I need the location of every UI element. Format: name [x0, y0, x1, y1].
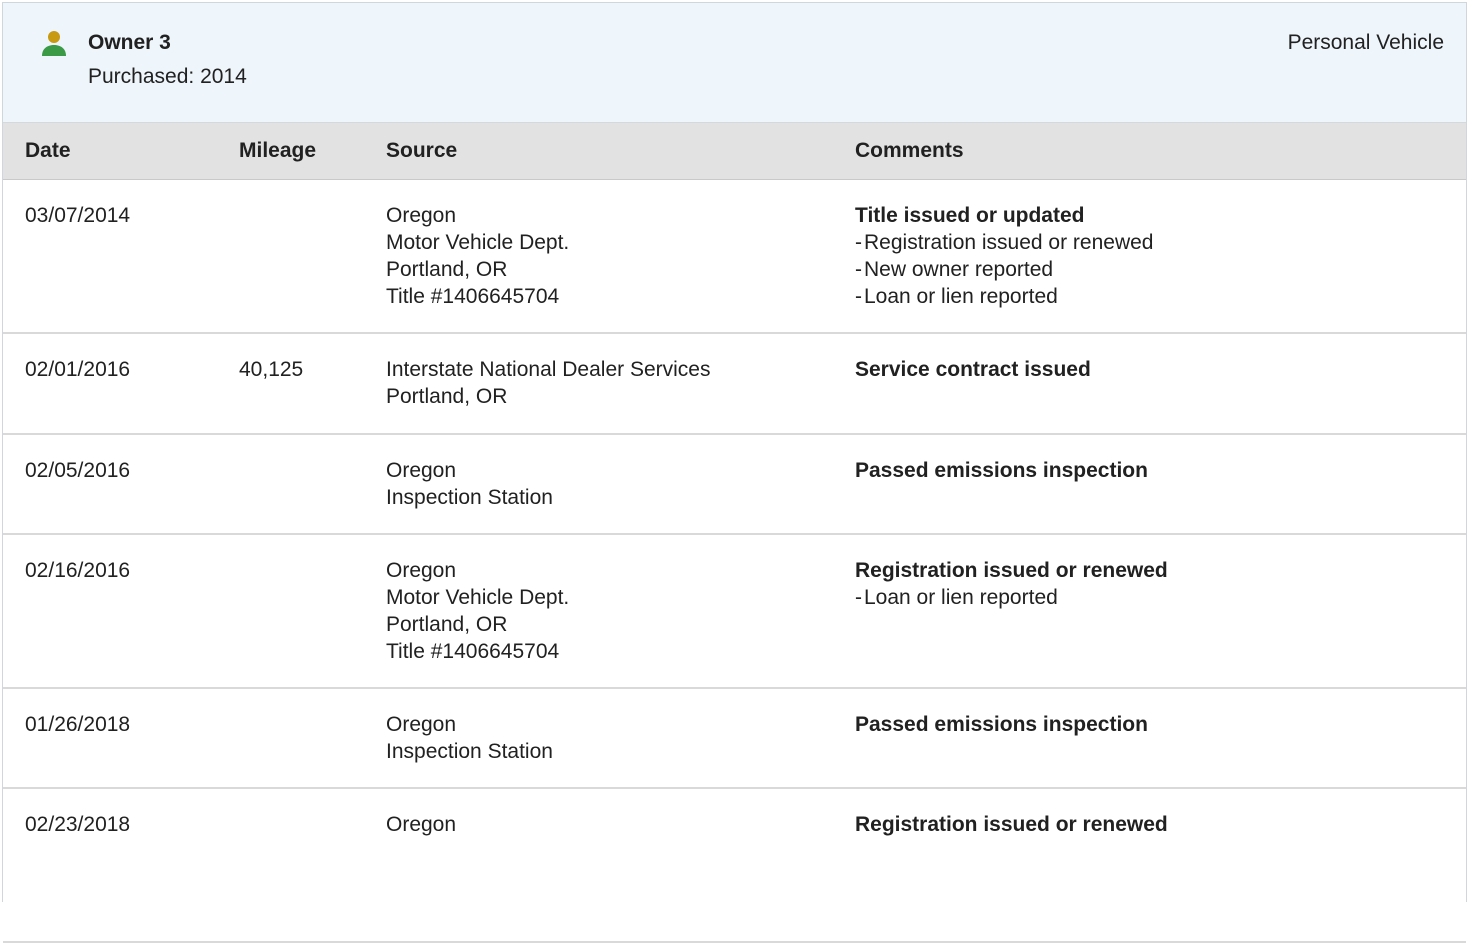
comment-title: Registration issued or renewed [855, 813, 1168, 836]
cell-mileage [217, 534, 364, 689]
owner-history-card: Owner 3 Purchased: 2014 Personal Vehicle… [2, 2, 1467, 943]
comment-item: -Registration issued or renewed [855, 229, 1466, 256]
comment-item: -Loan or lien reported [855, 584, 1466, 611]
header-mileage: Mileage [217, 123, 364, 180]
cell-comments: Service contract issued [833, 333, 1466, 435]
comment-item-text: Loan or lien reported [864, 284, 1058, 308]
comment-title: Registration issued or renewed [855, 559, 1168, 582]
source-line: Portland, OR [386, 257, 508, 281]
source-line: Motor Vehicle Dept. [386, 230, 570, 254]
cell-mileage [217, 179, 364, 334]
cell-comments: Title issued or updated -Registration iss… [833, 179, 1466, 334]
cell-date: 02/01/2016 [3, 333, 217, 435]
comment-title: Title issued or updated [855, 203, 1085, 227]
cell-comments: Passed emissions inspection [833, 688, 1466, 789]
comment-item-text: New owner reported [864, 257, 1054, 281]
source-line: Inspection Station [386, 740, 553, 763]
cell-comments: Registration issued or renewed -Loan or l… [833, 534, 1466, 689]
comment-item: -New owner reported [855, 256, 1466, 283]
cell-comments: Passed emissions inspection [833, 434, 1466, 535]
cell-source: Interstate National Dealer Services Portl… [364, 333, 833, 435]
cell-date: 02/05/2016 [3, 434, 217, 535]
person-icon [42, 31, 66, 56]
comment-item: -Loan or lien reported [855, 283, 1466, 310]
table-row: 02/16/2016 Oregon Motor Vehicle Dept. Portl… [3, 534, 1466, 689]
source-line: Oregon [386, 559, 457, 582]
comment-title: Service contract issued [855, 358, 1091, 381]
owner-header: Owner 3 Purchased: 2014 Personal Vehicle [3, 3, 1466, 123]
cell-mileage [217, 688, 364, 789]
comment-item-text: Loan or lien reported [864, 586, 1058, 609]
source-line: Oregon [386, 713, 457, 736]
table-row: 02/01/2016 40,125 Interstate National Deal… [3, 333, 1466, 435]
header-comments: Comments [833, 123, 1466, 180]
source-line: Portland, OR [386, 613, 508, 636]
owner-name: Owner 3 [88, 31, 171, 54]
table-header-row: Date Mileage Source Comments [3, 123, 1466, 180]
history-table: Date Mileage Source Comments 03/07/2014 O… [3, 123, 1466, 943]
cell-mileage [217, 788, 364, 943]
bullet-dash: - [855, 284, 862, 308]
cell-source: Oregon Motor Vehicle Dept. Portland, OR Tit… [364, 179, 833, 334]
table-row: 02/05/2016 Oregon Inspection Station Passed… [3, 434, 1466, 535]
cell-date: 02/16/2016 [3, 534, 217, 689]
bullet-dash: - [855, 257, 862, 281]
source-line: Inspection Station [386, 486, 553, 509]
comment-title: Passed emissions inspection [855, 459, 1148, 482]
source-line: Portland, OR [386, 385, 508, 408]
cell-source: Oregon Inspection Station [364, 688, 833, 789]
bullet-dash: - [855, 230, 862, 254]
source-line: Title #1406645704 [386, 640, 560, 663]
cell-source: Oregon [364, 788, 833, 943]
owner-purchased: Purchased: 2014 [88, 65, 247, 88]
history-table-body: 03/07/2014 Oregon Motor Vehicle Dept. Portl… [3, 179, 1466, 943]
comment-item-text: Registration issued or renewed [864, 230, 1154, 254]
cell-date: 01/26/2018 [3, 688, 217, 789]
source-line: Oregon [386, 459, 457, 482]
cell-source: Oregon Motor Vehicle Dept. Portland, OR Tit… [364, 534, 833, 689]
table-row: 01/26/2018 Oregon Inspection Station Passed… [3, 688, 1466, 789]
header-date: Date [3, 123, 217, 180]
vehicle-type: Personal Vehicle [1287, 31, 1444, 54]
table-row: 02/23/2018 Oregon Registration issued or r… [3, 788, 1466, 943]
cell-source: Oregon Inspection Station [364, 434, 833, 535]
cell-date: 02/23/2018 [3, 788, 217, 943]
cell-comments: Registration issued or renewed [833, 788, 1466, 943]
source-line: Motor Vehicle Dept. [386, 586, 570, 609]
cell-mileage: 40,125 [217, 333, 364, 435]
cell-date: 03/07/2014 [3, 179, 217, 334]
comment-title: Passed emissions inspection [855, 713, 1148, 736]
source-line: Oregon [386, 203, 457, 227]
header-source: Source [364, 123, 833, 180]
source-line: Oregon [386, 813, 457, 836]
table-row: 03/07/2014 Oregon Motor Vehicle Dept. Portl… [3, 179, 1466, 334]
source-line: Interstate National Dealer Services [386, 358, 711, 381]
cell-mileage [217, 434, 364, 535]
bullet-dash: - [855, 586, 862, 609]
source-line: Title #1406645704 [386, 284, 560, 308]
